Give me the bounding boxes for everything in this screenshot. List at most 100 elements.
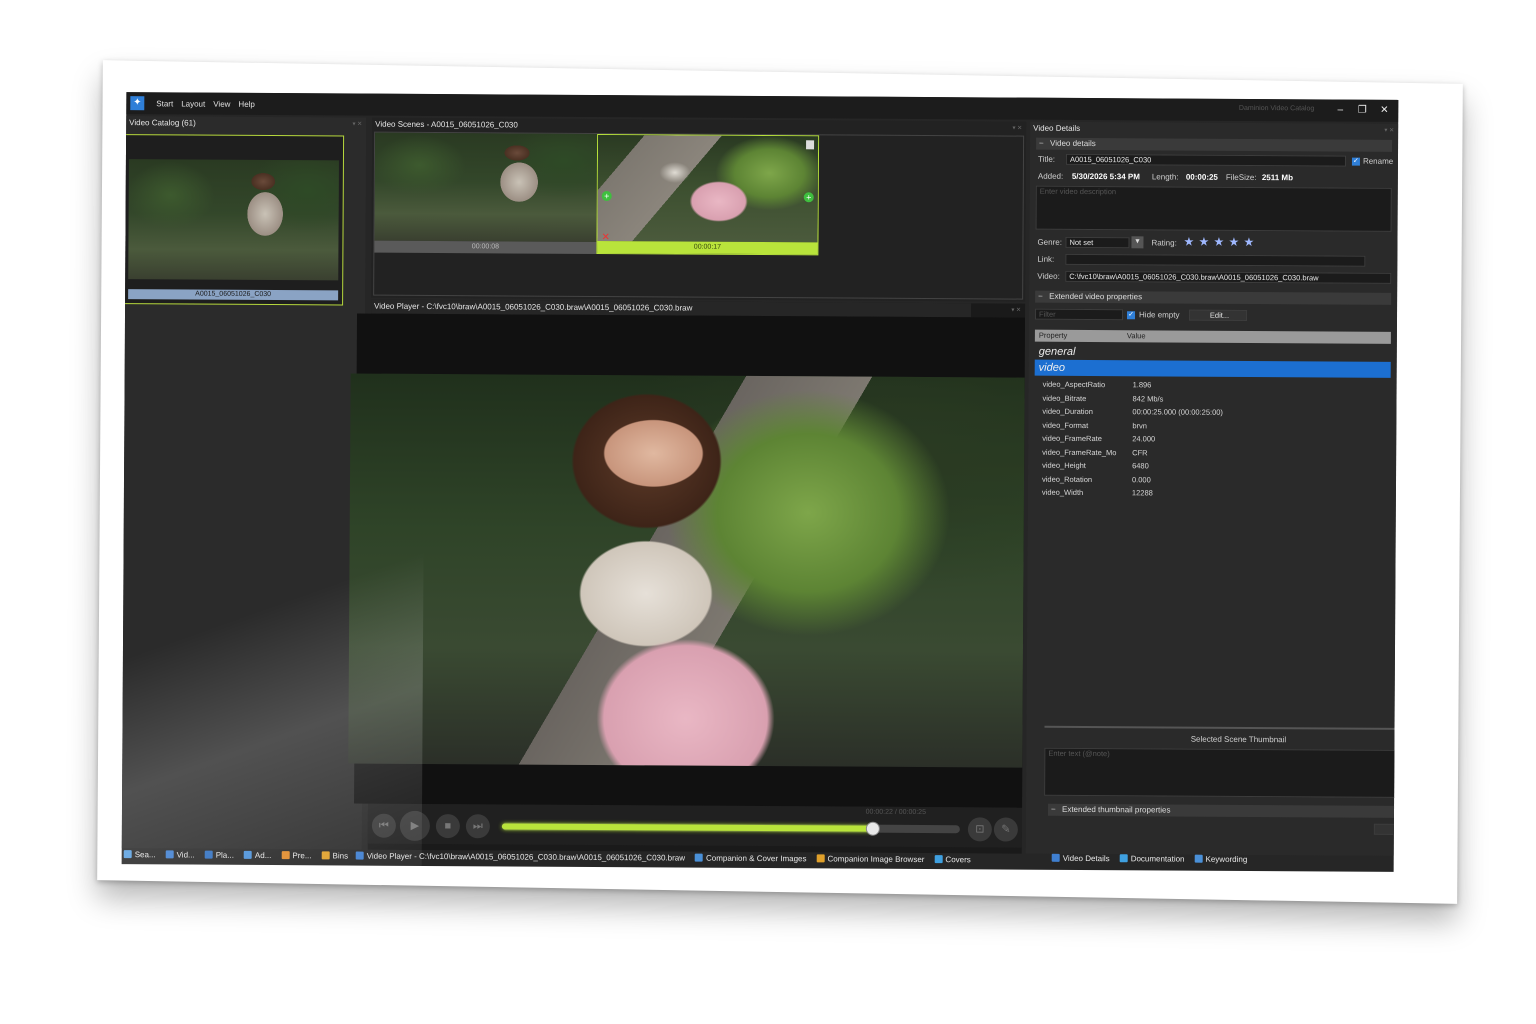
scene-thumbnail[interactable]: 00:00:08 [374,132,598,254]
column-property[interactable]: Property [1039,330,1067,342]
property-value: 1.896 [1132,380,1152,390]
right-tab-strip: Video Details Documentation Keywording [1051,850,1382,868]
chevron-down-icon[interactable]: ▼ [1131,236,1144,249]
video-frame-image [348,373,1025,768]
tab-icon [281,851,290,860]
stop-icon[interactable]: ■ [435,814,460,839]
panel-pin-icon[interactable]: ▾ ✕ [352,121,362,128]
rating-label: Rating: [1151,238,1177,248]
property-name: video_FrameRate_Mo [1042,447,1117,457]
scene-thumbnail-selected[interactable]: 00:00:17 + + ✕ [596,133,820,256]
tab-label: Companion Image Browser [827,853,925,864]
tab[interactable]: Documentation [1119,854,1185,863]
hide-empty-checkbox[interactable]: ✓ [1127,311,1136,320]
property-name: video_Rotation [1041,474,1093,484]
tab[interactable]: Sea... [123,849,156,859]
restore-icon[interactable]: ❐ [1352,103,1372,119]
tab-label: Companion & Cover Images [705,853,807,863]
splitter[interactable] [1044,725,1399,731]
next-icon[interactable]: ⏭ [465,814,490,839]
tab[interactable]: Keywording [1194,854,1247,863]
property-name: video_FrameRate [1042,433,1102,444]
video-viewport[interactable] [348,313,1026,808]
tab-label: Ad... [254,850,272,860]
scene-image [597,135,819,243]
selected-scene-thumbnail-label: Selected Scene Thumbnail [1190,734,1287,745]
star-icon[interactable]: ★ [1243,235,1254,249]
tab-label: Sea... [134,849,156,859]
menu-start[interactable]: Start [156,99,173,108]
snapshot-icon[interactable]: ⊡ [967,817,992,842]
extended-properties-section[interactable]: Extended video properties [1035,290,1392,305]
star-icon[interactable]: ★ [1213,235,1224,249]
tab-icon [934,855,943,864]
tab[interactable]: Pre... [281,851,312,860]
scene-timecode: 00:00:17 [597,241,818,255]
title-field[interactable]: A0015_06051026_C030 [1065,153,1347,167]
tab[interactable]: Bins [321,851,348,860]
tab[interactable]: Pla... [204,850,234,859]
play-icon[interactable]: ▶ [399,810,430,841]
add-marker-icon[interactable]: + [803,192,814,203]
menu-layout[interactable]: Layout [181,99,205,108]
video-path-field[interactable]: C:\fvc10\braw\A0015_06051026_C030.braw\A… [1065,270,1392,284]
edit-icon[interactable]: ✎ [993,817,1018,842]
tab-label: Covers [945,854,971,864]
property-value: 0.000 [1131,474,1151,484]
property-name: video_AspectRatio [1042,379,1106,390]
tab[interactable]: Companion & Cover Images [694,853,807,863]
tab[interactable]: Video Player - C:\fvc10\braw\A0015_06051… [355,851,685,862]
tab[interactable]: Video Details [1051,853,1110,863]
note-field[interactable]: Enter text (@note) [1044,747,1399,799]
hide-empty-label: Hide empty [1139,310,1180,320]
genre-select[interactable]: Not set [1065,236,1130,249]
menu-help[interactable]: Help [238,99,255,108]
panel-pin-icon[interactable]: ▾ ✕ [1011,307,1021,314]
tab[interactable]: Ad... [243,850,272,860]
catalog-item[interactable]: A0015_06051026_C030 [123,134,345,306]
added-label: Added: [1037,171,1064,181]
menu-view[interactable]: View [213,99,230,108]
group-video[interactable]: video [1034,359,1391,378]
left-tab-strip: Sea... Vid... Pla... Ad... Pre... Bins [123,846,364,863]
add-marker-icon[interactable]: + [601,191,612,202]
filter-input[interactable]: Filter [1034,308,1124,321]
property-name: video_Duration [1042,406,1093,417]
tab-label: Bins [332,850,349,860]
property-row[interactable]: video_Width 12288 [1034,486,1390,501]
length-label: Length: [1151,172,1179,182]
minimize-icon[interactable]: – [1330,102,1350,118]
tab[interactable]: Covers [934,854,971,864]
panel-pin-icon[interactable]: ▾ ✕ [1012,125,1022,132]
screenshot-stage: ✦ Start Layout View Help Daminion Video … [0,0,1536,1024]
tab[interactable]: Vid... [165,850,195,859]
thumbnail-properties-section[interactable]: Extended thumbnail properties [1047,803,1399,819]
details-title: Video Details [1033,123,1081,133]
scene-timecode: 00:00:08 [374,240,597,254]
rename-checkbox[interactable]: ✓ [1351,157,1360,166]
panel-pin-icon[interactable]: ▾ ✕ [1384,127,1394,134]
app-logo-icon: ✦ [130,96,145,111]
property-value: brvn [1132,420,1147,430]
star-icon[interactable]: ★ [1228,235,1239,249]
document-icon[interactable] [806,140,815,150]
window-title: Daminion Video Catalog [1238,104,1315,113]
seek-handle[interactable] [865,821,880,836]
description-field[interactable]: Enter video description [1035,185,1392,232]
delete-scene-icon[interactable]: ✕ [601,232,609,243]
link-field[interactable] [1065,253,1366,267]
edit-properties-button[interactable]: Edit... [1188,309,1248,321]
close-icon[interactable]: ✕ [1374,103,1394,119]
column-value[interactable]: Value [1127,330,1146,342]
star-icon[interactable]: ★ [1183,235,1194,249]
video-details-section[interactable]: Video details [1036,137,1393,152]
filesize-label: FileSize: [1225,172,1257,183]
tab-icon [123,850,132,859]
star-icon[interactable]: ★ [1198,235,1209,249]
rating-stars[interactable]: ★ ★ ★ ★ ★ [1183,235,1263,249]
catalog-title: Video Catalog (61) [129,118,196,128]
tab[interactable]: Companion Image Browser [816,854,924,864]
seek-slider[interactable] [501,821,960,836]
video-catalog-panel: Video Catalog (61) ▾ ✕ A0015_06051026_C0… [121,116,367,850]
previous-icon[interactable]: ⏮ [371,813,396,838]
